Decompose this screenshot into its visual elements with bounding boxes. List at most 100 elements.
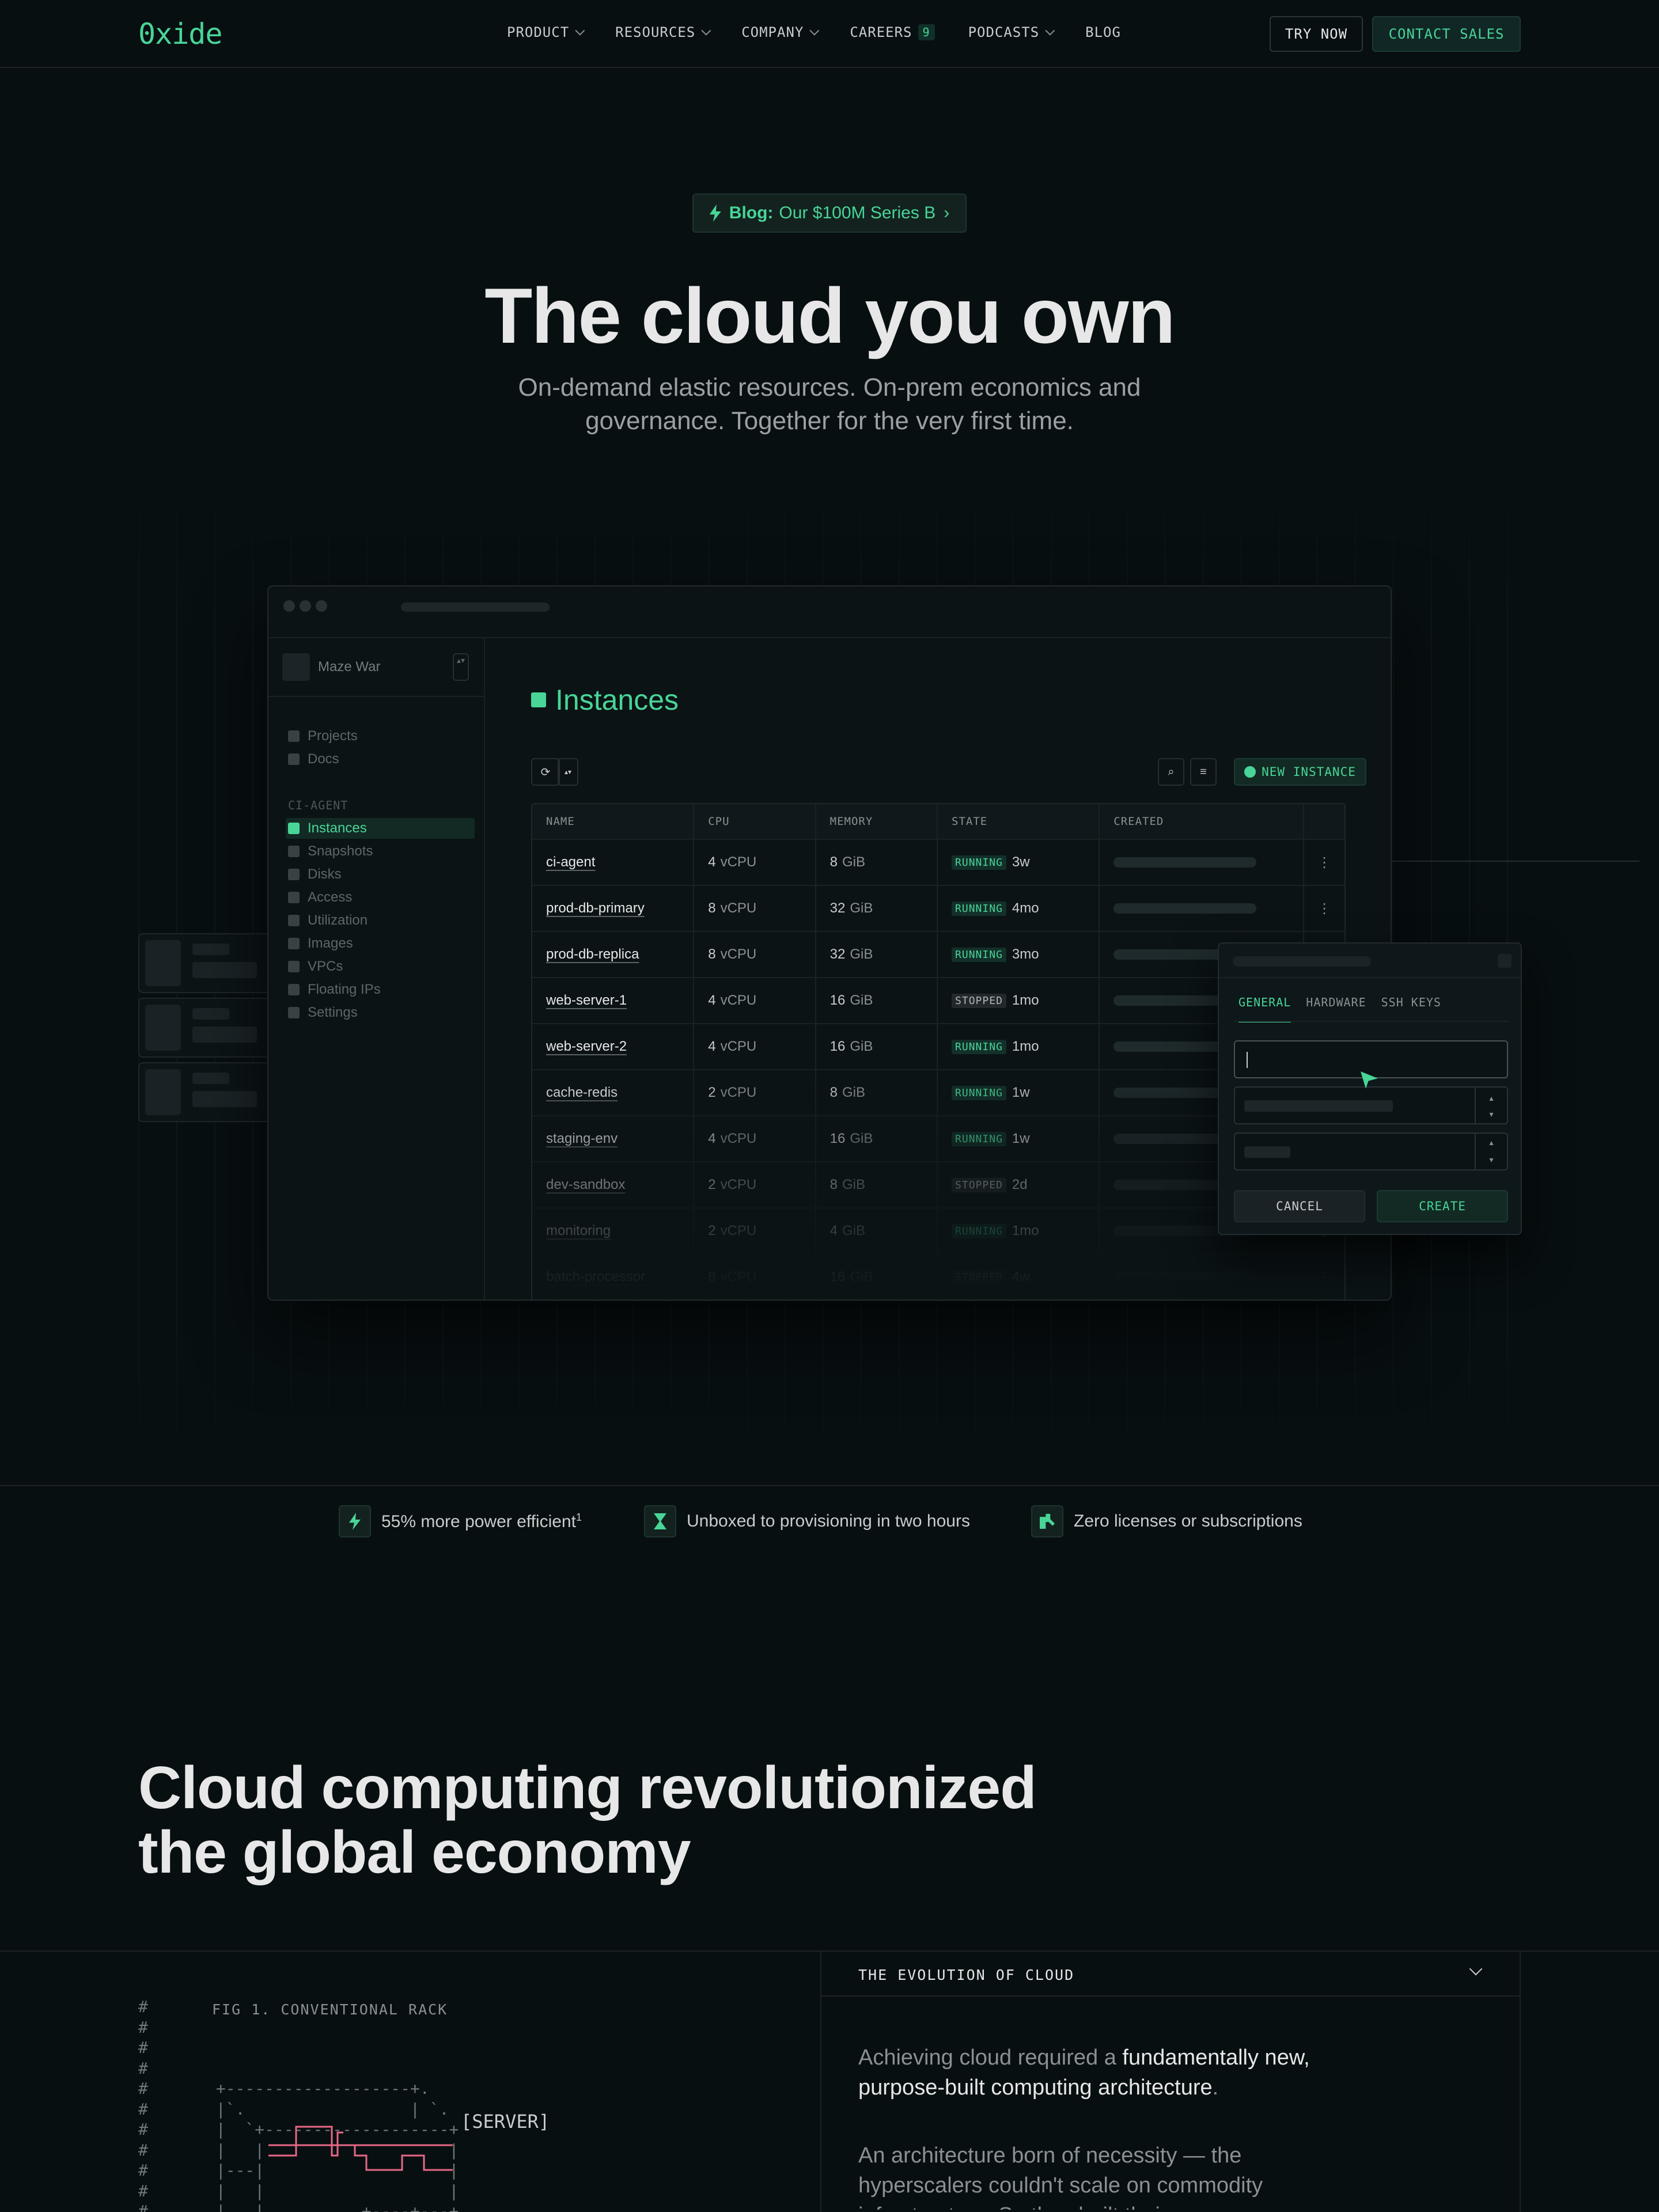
memory-value: 8: [830, 1085, 838, 1100]
sidebar-item-settings[interactable]: Settings: [286, 1002, 475, 1023]
cancel-button[interactable]: CANCEL: [1234, 1190, 1365, 1222]
memory-cell: 8 GiB: [816, 1070, 938, 1115]
sidebar-item-snapshots[interactable]: Snapshots: [286, 841, 475, 862]
nav-blog[interactable]: BLOG: [1085, 24, 1121, 40]
nav-product[interactable]: PRODUCT: [507, 24, 585, 40]
instances-icon: [288, 823, 300, 834]
state-cell: RUNNING 1mo: [938, 1024, 1100, 1069]
footnote-marker[interactable]: 1: [576, 1512, 582, 1523]
sidebar-item-images[interactable]: Images: [286, 933, 475, 954]
nav-resources[interactable]: RESOURCES: [615, 24, 711, 40]
cpu-cell: 2 vCPU: [694, 1209, 816, 1253]
tab-ssh-keys[interactable]: SSH KEYS: [1381, 995, 1441, 1022]
project-select-icon[interactable]: ▴▾: [453, 653, 469, 681]
image-select[interactable]: ▴ ▾: [1234, 1086, 1508, 1124]
search-button[interactable]: ⌕: [1158, 758, 1184, 786]
oxide-logo[interactable]: 0xide: [138, 17, 223, 51]
project-switcher[interactable]: Maze War ▴▾: [268, 638, 484, 697]
row-actions[interactable]: ⋮: [1304, 840, 1344, 885]
cpu-cell: 8 vCPU: [694, 1255, 816, 1300]
tab-hardware[interactable]: HARDWARE: [1306, 995, 1366, 1022]
state-cell: STOPPED 4w: [938, 1255, 1100, 1300]
new-instance-button[interactable]: NEW INSTANCE: [1234, 758, 1366, 786]
sidebar-item-access[interactable]: Access: [286, 887, 475, 908]
status-badge: RUNNING: [952, 1224, 1006, 1238]
floating-resource-card: [138, 933, 268, 993]
instance-link[interactable]: prod-db-primary: [546, 900, 645, 916]
instance-link[interactable]: batch-processor: [546, 1269, 645, 1285]
chevron-updown-icon: ▴▾: [564, 768, 572, 776]
cpu-value: 2: [708, 1085, 716, 1100]
instance-age: 3w: [1012, 854, 1030, 870]
sidebar-item-instances[interactable]: Instances: [286, 818, 475, 839]
sidebar-item-utilization[interactable]: Utilization: [286, 910, 475, 931]
gear-icon: [288, 1007, 300, 1018]
sidebar-item-floating-ips[interactable]: Floating IPs: [286, 979, 475, 1000]
section-title: Cloud computing revolutionized the global…: [138, 1755, 1037, 1886]
window-dot: [283, 600, 295, 612]
nav-careers[interactable]: CAREERS 9: [850, 24, 935, 40]
cpu-cell: 8 vCPU: [694, 886, 816, 931]
row-actions[interactable]: ⋮: [1304, 1255, 1344, 1300]
nav-company[interactable]: COMPANY: [741, 24, 820, 40]
instance-link[interactable]: cache-redis: [546, 1085, 618, 1101]
memory-cell: 8 GiB: [816, 1162, 938, 1207]
state-cell: RUNNING 3w: [938, 840, 1100, 885]
cpu-cell: 2 vCPU: [694, 1070, 816, 1115]
memory-cell: 16 GiB: [816, 1255, 938, 1300]
instance-age: 2d: [1012, 1177, 1028, 1192]
table-row[interactable]: prod-db-primary 8 vCPU 32 GiB RUNNING 4mo ⋮: [532, 886, 1344, 932]
sidebar-item-projects[interactable]: Projects: [286, 726, 475, 747]
key-icon: [1031, 1505, 1063, 1537]
created-placeholder: [1113, 857, 1257, 868]
instance-name-input[interactable]: [1234, 1040, 1508, 1078]
select-value-placeholder: [1244, 1100, 1393, 1112]
instance-link[interactable]: web-server-1: [546, 993, 627, 1009]
nav-podcasts[interactable]: PODCASTS: [968, 24, 1055, 40]
instance-link[interactable]: prod-db-replica: [546, 946, 639, 963]
contact-sales-button[interactable]: CONTACT SALES: [1372, 16, 1521, 52]
memory-value: 16: [830, 1269, 846, 1285]
column-header: MEMORY: [816, 804, 938, 839]
sidebar-item-docs[interactable]: Docs: [286, 749, 475, 770]
blog-announcement-pill[interactable]: Blog: Our $100M Series B ›: [692, 194, 967, 233]
instance-link[interactable]: web-server-2: [546, 1039, 627, 1055]
sidebar-item-label: Floating IPs: [308, 982, 381, 997]
nav-company-label: COMPANY: [741, 24, 804, 40]
filter-button[interactable]: ≡: [1190, 758, 1217, 786]
instance-link[interactable]: staging-env: [546, 1131, 618, 1147]
evolution-accordion-header[interactable]: THE EVOLUTION OF CLOUD: [821, 1950, 1520, 1997]
table-row[interactable]: batch-processor 8 vCPU 16 GiB STOPPED 4w ⋮: [532, 1255, 1344, 1300]
cpu-value: 8: [708, 900, 716, 916]
cpu-unit: vCPU: [720, 854, 757, 870]
column-header: [1304, 804, 1344, 839]
sidebar-item-label: Projects: [308, 728, 358, 744]
disk-size-stepper[interactable]: ▴ ▾: [1234, 1132, 1508, 1171]
memory-unit: GiB: [842, 854, 865, 870]
instance-link[interactable]: ci-agent: [546, 854, 595, 870]
sidebar-item-label: Instances: [308, 820, 367, 836]
column-header: CREATED: [1100, 804, 1305, 839]
tab-general[interactable]: GENERAL: [1238, 995, 1291, 1022]
row-actions[interactable]: ⋮: [1304, 886, 1344, 931]
memory-unit: GiB: [842, 1223, 865, 1238]
instance-link[interactable]: dev-sandbox: [546, 1177, 625, 1193]
close-icon[interactable]: [1498, 954, 1512, 968]
cpu-value: 8: [708, 946, 716, 962]
table-row[interactable]: ci-agent 4 vCPU 8 GiB RUNNING 3w ⋮: [532, 840, 1344, 886]
instance-link[interactable]: monitoring: [546, 1223, 611, 1239]
document-icon: [288, 753, 300, 765]
refresh-interval-select[interactable]: ▴▾: [558, 758, 578, 786]
refresh-button[interactable]: ⟳: [531, 758, 560, 786]
state-cell: STOPPED 1mo: [938, 978, 1100, 1023]
sidebar-item-disks[interactable]: Disks: [286, 864, 475, 885]
memory-value: 8: [830, 854, 838, 870]
created-cell: [1100, 840, 1305, 885]
instance-age: 1mo: [1012, 993, 1039, 1008]
vpc-icon: [288, 961, 300, 972]
create-button[interactable]: CREATE: [1377, 1190, 1508, 1222]
server-label: [SERVER]: [461, 2111, 550, 2133]
try-now-button[interactable]: TRY NOW: [1270, 16, 1363, 52]
sidebar-item-vpcs[interactable]: VPCs: [286, 956, 475, 977]
memory-unit: GiB: [850, 1131, 873, 1146]
